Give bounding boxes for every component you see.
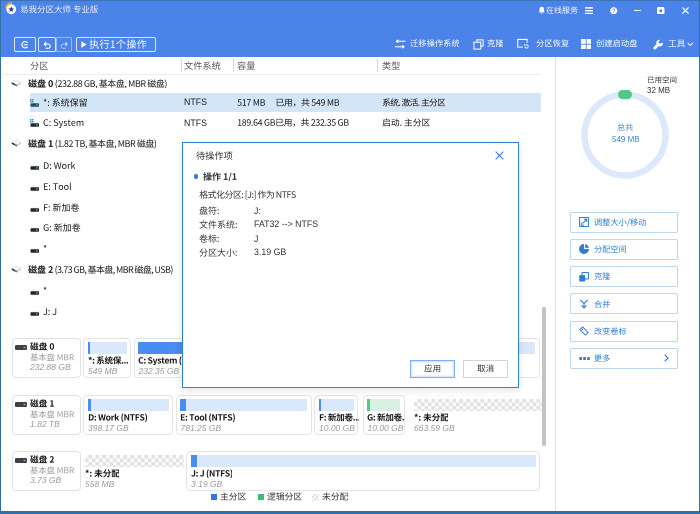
svg-text:?: ? [612, 8, 615, 14]
